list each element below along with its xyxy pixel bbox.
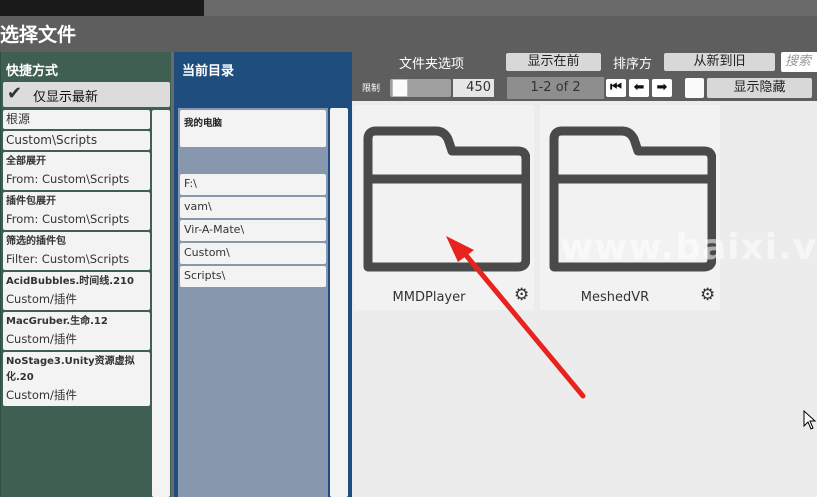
path-list: F:\ vam\ Vir-A-Mate\ Custom\ Scripts\ — [180, 174, 326, 289]
file-browser-content: 文件夹选项 显示在前 排序方 从新到旧 搜索 限制 450 1-2 of 2 ⏮… — [352, 52, 817, 497]
show-hidden-button[interactable]: 显示隐藏 — [707, 78, 812, 98]
current-dir-panel: 当前目录 我的电脑 F:\ vam\ Vir-A-Mate\ Custom\ S… — [174, 52, 352, 497]
toolbar: 文件夹选项 显示在前 排序方 从新到旧 搜索 限制 450 1-2 of 2 ⏮… — [352, 52, 817, 101]
page-info: 1-2 of 2 — [507, 77, 604, 99]
shortcuts-panel: 快捷方式 ✔ 仅显示最新 根源 Custom\Scripts 全部展开 From:… — [0, 52, 171, 497]
shortcuts-scrollbar[interactable] — [152, 110, 170, 497]
checkmark-icon: ✔ — [7, 83, 23, 104]
shortcuts-list: 根源 Custom\Scripts 全部展开 From: Custom\Scrip… — [3, 110, 150, 408]
skip-first-icon: ⏮ — [610, 80, 622, 95]
top-black-strip — [0, 0, 204, 16]
arrow-right-icon: ➡ — [656, 80, 668, 95]
current-dir-scrollbar[interactable] — [330, 108, 348, 497]
shortcut-item[interactable]: Custom\Scripts — [3, 131, 150, 150]
sort-label: 排序方 — [613, 57, 653, 72]
path-item[interactable]: vam\ — [180, 197, 326, 218]
gear-icon[interactable]: ⚙ — [700, 287, 715, 304]
first-page-button[interactable]: ⏮ — [606, 79, 626, 97]
shortcut-item[interactable]: 插件包展开 From: Custom\Scripts — [3, 192, 150, 230]
window-title: 选择文件 — [0, 24, 77, 46]
current-dir-body — [178, 108, 328, 497]
path-item[interactable]: F:\ — [180, 174, 326, 195]
shortcut-item[interactable]: AcidBubbles.时间线.210 Custom/插件 — [3, 272, 150, 310]
shortcut-item[interactable]: NoStage3.Unity资源虚拟化.20 Custom/插件 — [3, 352, 150, 406]
current-dir-title: 当前目录 — [182, 64, 235, 79]
next-page-button[interactable]: ➡ — [652, 79, 672, 97]
path-item[interactable]: Scripts\ — [180, 266, 326, 287]
file-name: MeshedVR — [580, 290, 650, 305]
mouse-cursor-icon — [803, 410, 817, 430]
watermark-text: www.baixi.vip — [560, 227, 817, 268]
sort-order-button[interactable]: 从新到旧 — [664, 53, 775, 71]
limit-slider-handle[interactable] — [392, 79, 408, 97]
title-bar: 选择文件 — [0, 16, 817, 52]
path-item[interactable]: Vir-A-Mate\ — [180, 220, 326, 241]
limit-value: 450 — [453, 79, 494, 97]
only-latest-toggle[interactable]: ✔ 仅显示最新 — [3, 82, 170, 107]
shortcuts-title: 快捷方式 — [6, 64, 59, 79]
gear-icon[interactable]: ⚙ — [514, 287, 529, 304]
limit-label: 限制 — [362, 84, 381, 94]
path-item[interactable]: Custom\ — [180, 243, 326, 264]
folder-icon — [363, 126, 530, 272]
shortcut-item[interactable]: 筛选的插件包 Filter: Custom\Scripts — [3, 232, 150, 270]
file-name: MMDPlayer — [392, 290, 466, 305]
only-latest-label: 仅显示最新 — [33, 90, 99, 105]
folder-options-label: 文件夹选项 — [399, 57, 465, 72]
show-first-button[interactable]: 显示在前 — [506, 53, 601, 71]
my-computer-button[interactable]: 我的电脑 — [180, 110, 326, 147]
search-input[interactable]: 搜索 — [781, 52, 817, 72]
show-hidden-checkbox[interactable] — [685, 78, 704, 98]
shortcut-item[interactable]: MacGruber.生命.12 Custom/插件 — [3, 312, 150, 350]
file-tile-meshedvr[interactable]: MeshedVR ⚙ — [540, 105, 720, 310]
shortcut-item[interactable]: 根源 — [3, 110, 150, 129]
file-tile-mmdplayer[interactable]: MMDPlayer ⚙ — [354, 105, 534, 310]
shortcut-item[interactable]: 全部展开 From: Custom\Scripts — [3, 152, 150, 190]
arrow-left-icon: ⬅ — [633, 80, 645, 95]
prev-page-button[interactable]: ⬅ — [629, 79, 649, 97]
